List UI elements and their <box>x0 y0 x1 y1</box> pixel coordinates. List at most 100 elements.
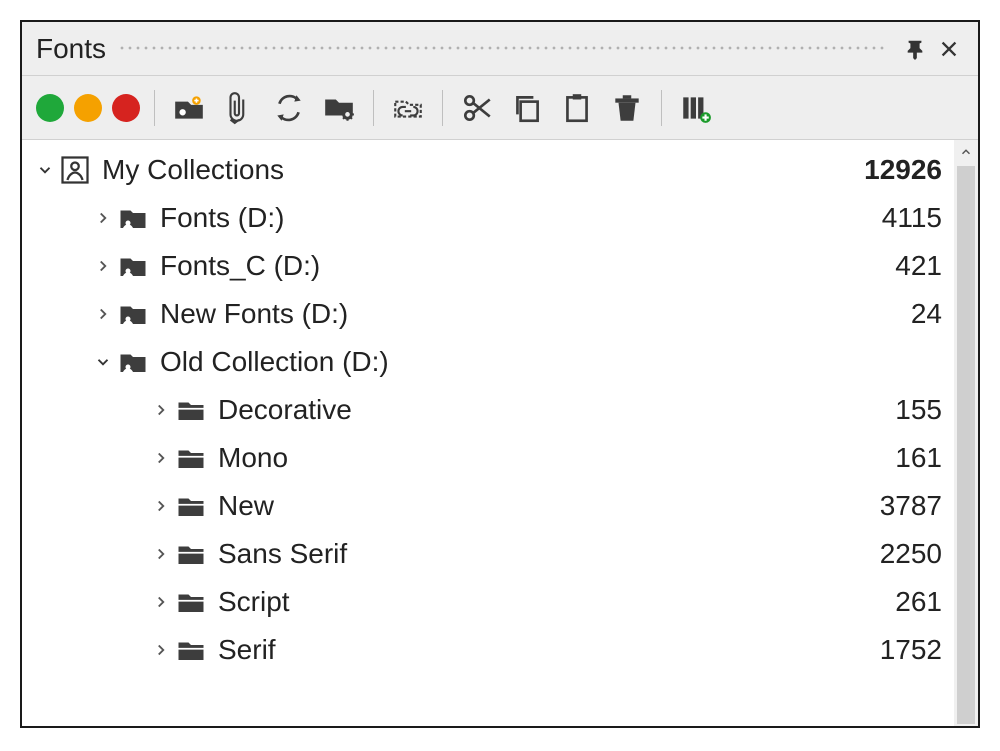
chevron-up-icon <box>959 145 973 159</box>
collections-tree: My Collections 12926 Fonts (D:) 4115 Fon… <box>22 140 954 726</box>
scissors-icon <box>460 91 494 125</box>
attach-folder-button[interactable] <box>169 88 209 128</box>
status-orange-dot[interactable] <box>74 94 102 122</box>
tree-item-script[interactable]: Script 261 <box>22 578 954 626</box>
tree-count: 3787 <box>832 490 942 522</box>
scroll-thumb[interactable] <box>957 166 975 724</box>
fonts-panel: Fonts <box>20 20 980 728</box>
chevron-down-icon <box>94 353 112 371</box>
delete-button[interactable] <box>607 88 647 128</box>
paste-button[interactable] <box>557 88 597 128</box>
folder-icon <box>174 585 208 619</box>
chevron-right-icon <box>94 305 112 323</box>
tree-count: 24 <box>832 298 942 330</box>
chevron-right-icon <box>94 257 112 275</box>
chevron-right-icon <box>152 641 170 659</box>
tree-count: 12926 <box>832 154 942 186</box>
tree-item-sans-serif[interactable]: Sans Serif 2250 <box>22 530 954 578</box>
attachment-button[interactable] <box>219 88 259 128</box>
folder-gear-icon <box>322 91 356 125</box>
panel-titlebar: Fonts <box>22 22 978 76</box>
chevron-right-icon <box>152 401 170 419</box>
toolbar <box>22 76 978 140</box>
scrollbar[interactable] <box>954 140 978 726</box>
chevron-right-icon <box>152 545 170 563</box>
expand-toggle[interactable] <box>148 545 174 563</box>
trash-icon <box>610 91 644 125</box>
user-folder-icon <box>116 297 150 331</box>
tree-item-new-fonts-d[interactable]: New Fonts (D:) 24 <box>22 290 954 338</box>
folder-icon <box>174 633 208 667</box>
user-icon <box>58 153 92 187</box>
chevron-right-icon <box>94 209 112 227</box>
close-button[interactable] <box>934 34 964 64</box>
tree-label: Script <box>218 586 832 618</box>
tree-label: Old Collection (D:) <box>160 346 832 378</box>
cut-button[interactable] <box>457 88 497 128</box>
expand-toggle[interactable] <box>90 257 116 275</box>
close-icon <box>938 38 960 60</box>
folder-icon <box>174 537 208 571</box>
tree-item-serif[interactable]: Serif 1752 <box>22 626 954 674</box>
add-library-button[interactable] <box>676 88 716 128</box>
link-folder-button[interactable] <box>388 88 428 128</box>
expand-toggle[interactable] <box>148 641 174 659</box>
status-green-dot[interactable] <box>36 94 64 122</box>
pin-button[interactable] <box>900 34 930 64</box>
tree-count: 261 <box>832 586 942 618</box>
chevron-right-icon <box>152 593 170 611</box>
expand-toggle[interactable] <box>90 305 116 323</box>
expand-toggle[interactable] <box>90 353 116 371</box>
tree-label: Sans Serif <box>218 538 832 570</box>
tree-label: Fonts_C (D:) <box>160 250 832 282</box>
tree-count: 1752 <box>832 634 942 666</box>
tree-label: New Fonts (D:) <box>160 298 832 330</box>
tree-body: My Collections 12926 Fonts (D:) 4115 Fon… <box>22 140 978 726</box>
tree-label: Mono <box>218 442 832 474</box>
toolbar-separator <box>154 90 155 126</box>
folder-icon <box>174 441 208 475</box>
tree-count: 4115 <box>832 202 942 234</box>
tree-label: New <box>218 490 832 522</box>
folder-settings-button[interactable] <box>319 88 359 128</box>
tree-item-mono[interactable]: Mono 161 <box>22 434 954 482</box>
tree-item-new[interactable]: New 3787 <box>22 482 954 530</box>
chevron-right-icon <box>152 449 170 467</box>
folder-icon <box>174 393 208 427</box>
tree-label: My Collections <box>102 154 832 186</box>
tree-label: Serif <box>218 634 832 666</box>
expand-toggle[interactable] <box>148 593 174 611</box>
tree-item-old-collection-d[interactable]: Old Collection (D:) <box>22 338 954 386</box>
expand-toggle[interactable] <box>148 401 174 419</box>
toolbar-separator <box>442 90 443 126</box>
tree-count: 2250 <box>832 538 942 570</box>
titlebar-grip[interactable] <box>118 44 884 54</box>
expand-toggle[interactable] <box>90 209 116 227</box>
pin-icon <box>904 38 926 60</box>
copy-button[interactable] <box>507 88 547 128</box>
tree-count: 155 <box>832 394 942 426</box>
folder-link-icon <box>391 91 425 125</box>
expand-toggle[interactable] <box>148 449 174 467</box>
user-folder-icon <box>116 249 150 283</box>
tree-item-fonts-d[interactable]: Fonts (D:) 4115 <box>22 194 954 242</box>
tree-count: 421 <box>832 250 942 282</box>
tree-root[interactable]: My Collections 12926 <box>22 146 954 194</box>
refresh-button[interactable] <box>269 88 309 128</box>
chevron-right-icon <box>152 497 170 515</box>
user-folder-icon <box>116 201 150 235</box>
clipboard-icon <box>560 91 594 125</box>
expand-toggle[interactable] <box>32 161 58 179</box>
toolbar-separator <box>373 90 374 126</box>
panel-title: Fonts <box>36 33 106 65</box>
tree-label: Fonts (D:) <box>160 202 832 234</box>
scroll-up-button[interactable] <box>954 140 978 164</box>
tree-label: Decorative <box>218 394 832 426</box>
folder-icon <box>174 489 208 523</box>
tree-item-decorative[interactable]: Decorative 155 <box>22 386 954 434</box>
status-red-dot[interactable] <box>112 94 140 122</box>
tree-item-fonts-c-d[interactable]: Fonts_C (D:) 421 <box>22 242 954 290</box>
expand-toggle[interactable] <box>148 497 174 515</box>
paperclip-icon <box>222 91 256 125</box>
refresh-icon <box>272 91 306 125</box>
